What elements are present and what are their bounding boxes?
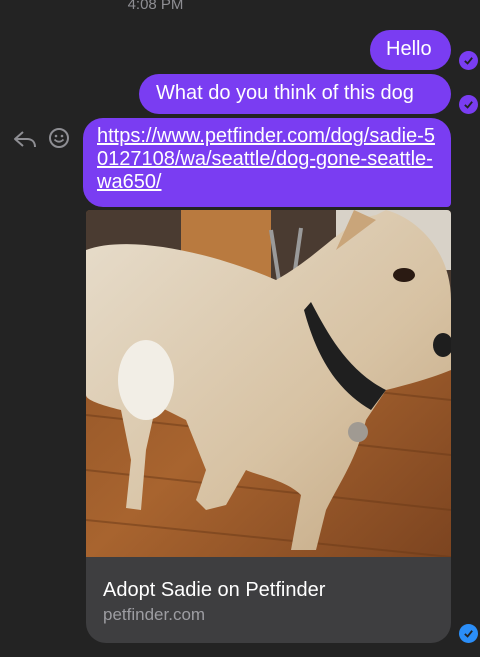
reply-icon[interactable] [12, 128, 38, 150]
dog-photo [86, 210, 451, 557]
message-text: What do you think of this dog [156, 82, 414, 104]
message-bubble-hello[interactable]: Hello [370, 30, 451, 70]
link-preview-title: Adopt Sadie on Petfinder [103, 579, 326, 601]
read-receipt-check-icon [459, 95, 478, 114]
timestamp: 4:08 PM [127, 0, 184, 13]
read-receipt-check-icon [459, 51, 478, 70]
link-preview-domain: petfinder.com [103, 605, 206, 624]
petfinder-link[interactable]: https://www.petfinder.com/dog/sadie-5012… [97, 125, 441, 194]
link-preview-card[interactable]: Adopt Sadie on Petfinder petfinder.com [86, 210, 451, 643]
message-bubble-link[interactable]: https://www.petfinder.com/dog/sadie-5012… [83, 118, 451, 207]
message-text: Hello [386, 38, 432, 60]
emoji-icon[interactable] [48, 127, 70, 149]
sent-check-icon [459, 624, 478, 643]
message-bubble-question[interactable]: What do you think of this dog [139, 74, 451, 114]
